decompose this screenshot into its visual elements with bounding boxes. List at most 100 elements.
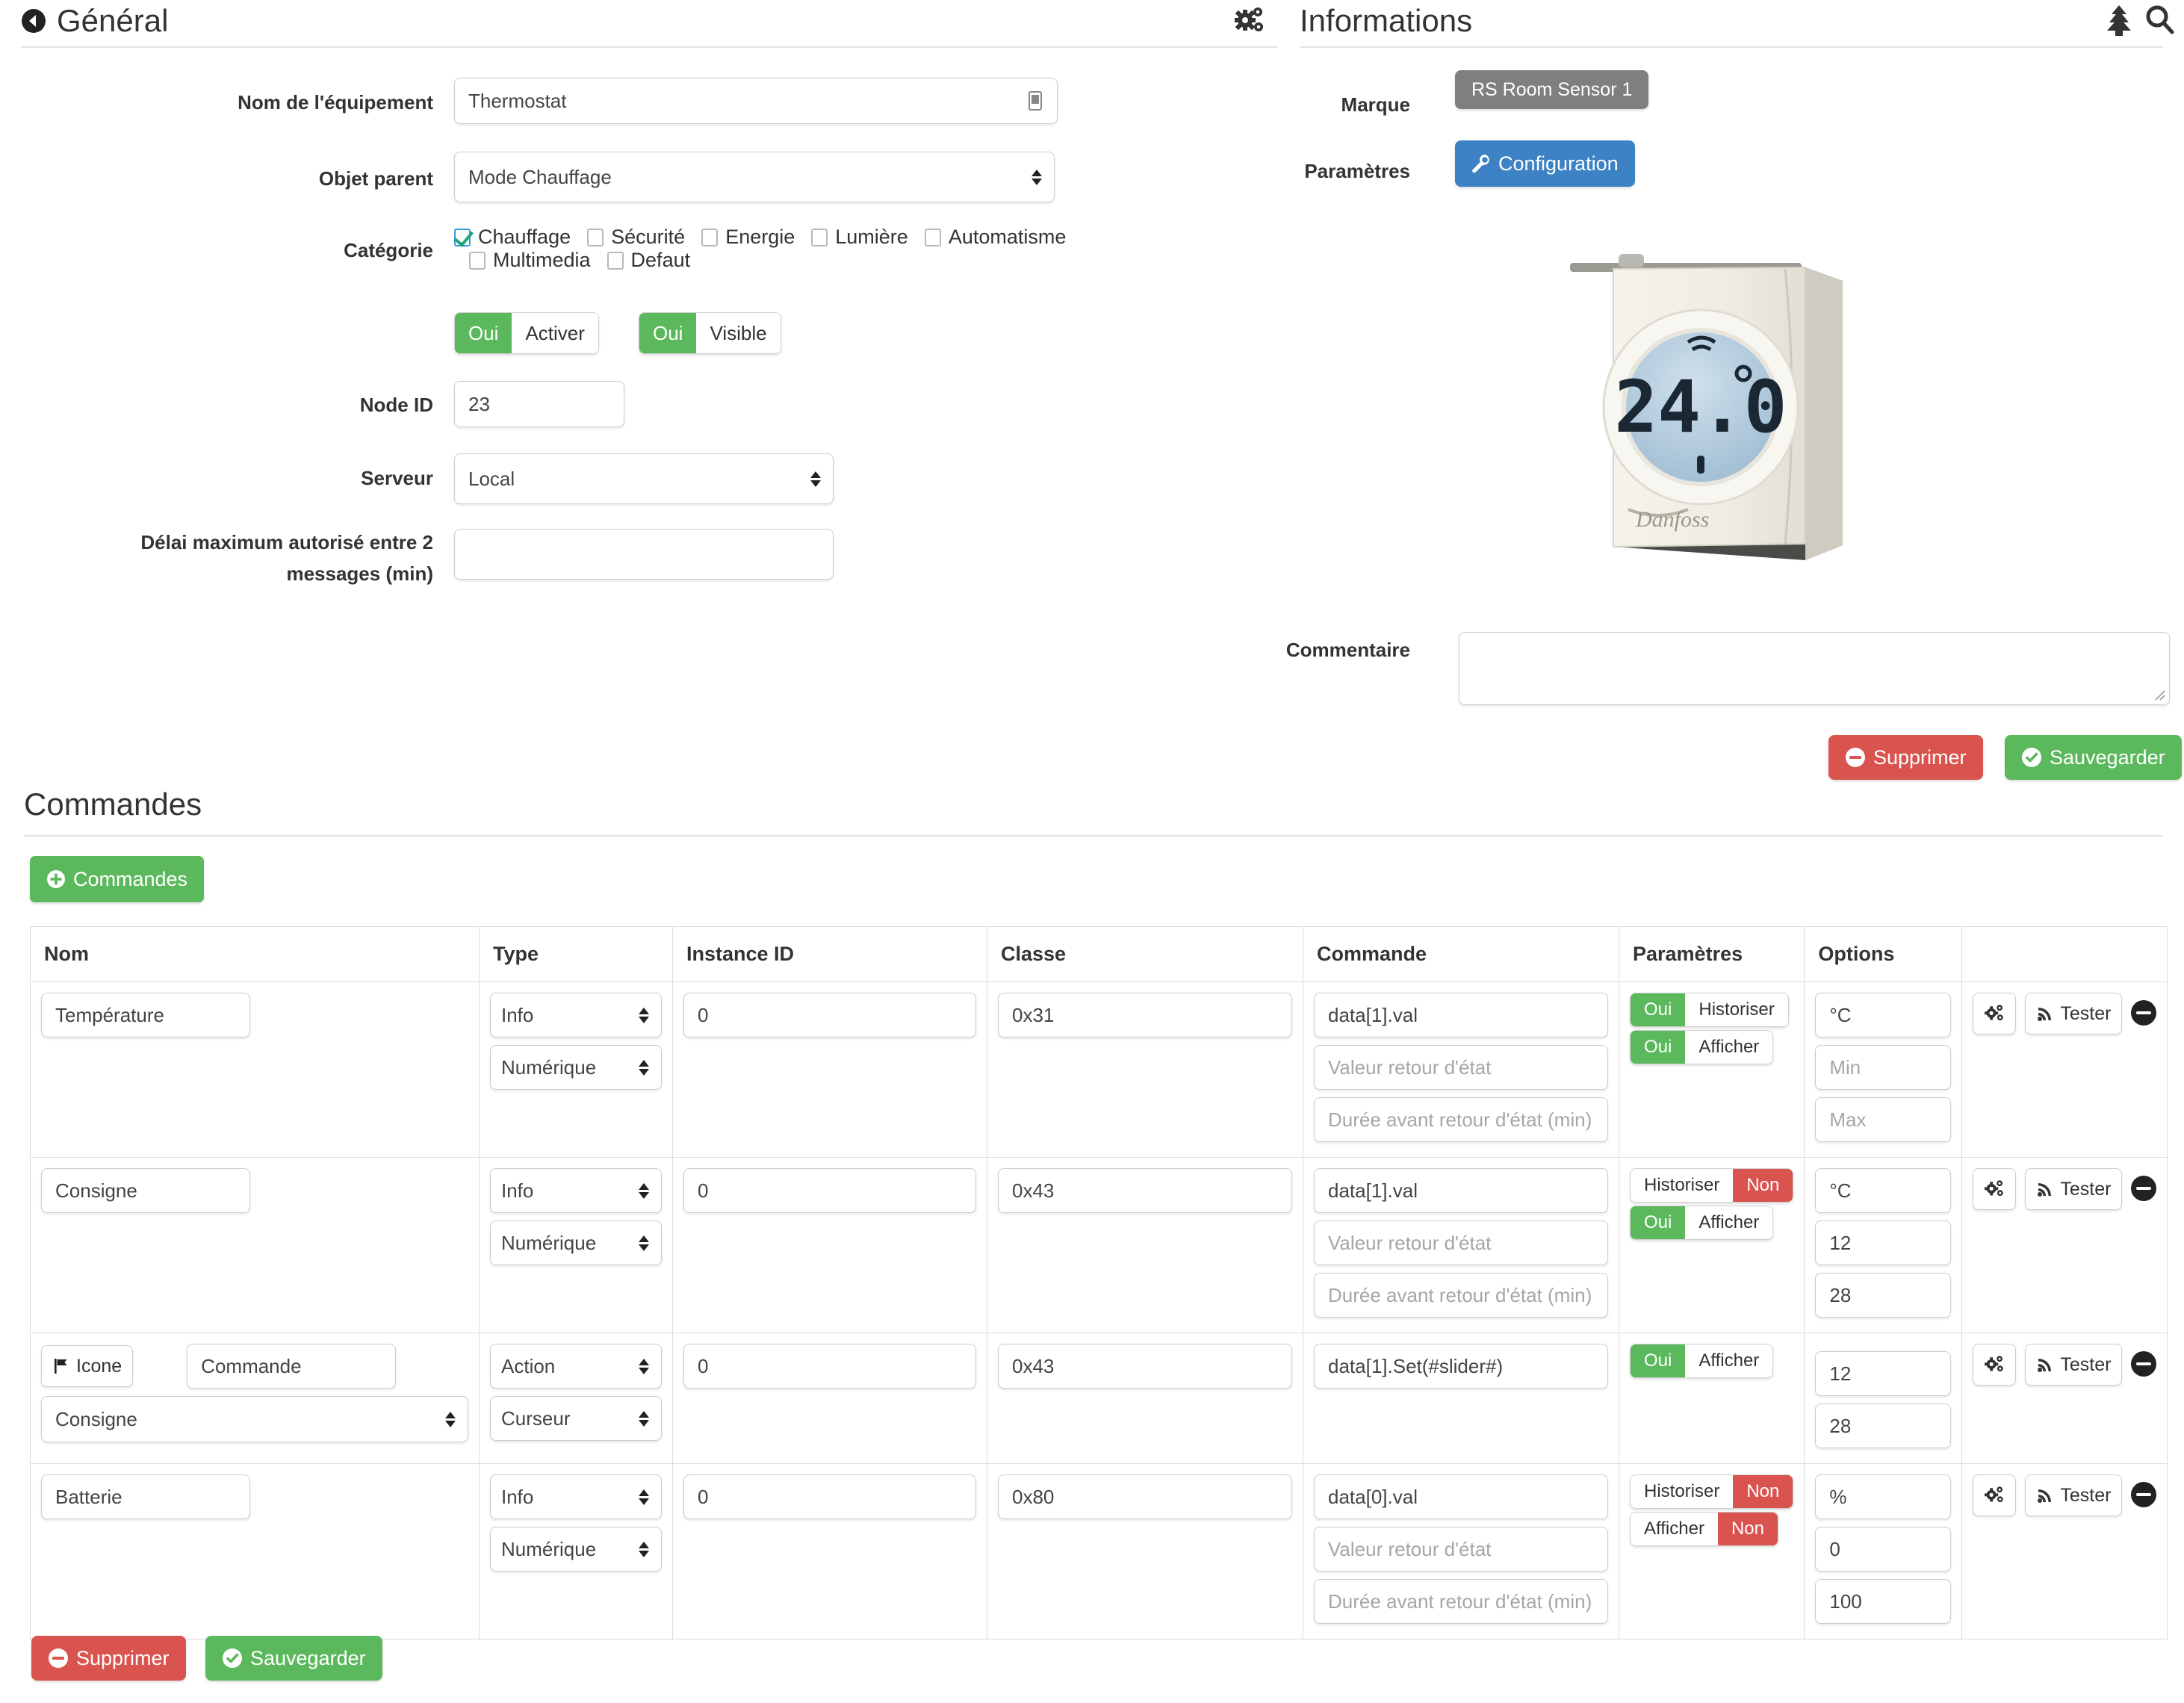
row-instance-input[interactable]: 0: [683, 1168, 976, 1213]
checkbox-icon[interactable]: [454, 228, 471, 246]
category-lumiere[interactable]: Lumière: [811, 226, 908, 249]
row-type-select[interactable]: Info: [490, 993, 662, 1037]
category-defaut[interactable]: Defaut: [607, 249, 690, 272]
save-button-top[interactable]: Sauvegarder: [2005, 735, 2182, 780]
server-select[interactable]: Local: [454, 453, 834, 504]
row-min-input[interactable]: Min: [1815, 1045, 1952, 1090]
row-max-input[interactable]: 100: [1815, 1579, 1952, 1624]
name-input[interactable]: Thermostat: [454, 78, 1058, 124]
row-commande-input[interactable]: data[0].val: [1314, 1474, 1608, 1519]
checkbox-icon[interactable]: [587, 228, 604, 246]
row-icone-button[interactable]: Icone: [41, 1345, 134, 1387]
row-config-button[interactable]: [1973, 1474, 2017, 1516]
row-subtype-select[interactable]: Numérique: [490, 1527, 662, 1572]
row-retour-valeur-input[interactable]: Valeur retour d'état: [1314, 1220, 1608, 1265]
row-min-input[interactable]: 0: [1815, 1527, 1952, 1572]
parent-select[interactable]: Mode Chauffage: [454, 152, 1055, 202]
delay-input[interactable]: [454, 529, 834, 580]
row-classe-input[interactable]: 0x31: [998, 993, 1292, 1037]
row-commande-input[interactable]: data[1].Set(#slider#): [1314, 1344, 1608, 1389]
row-classe-input[interactable]: 0x43: [998, 1344, 1292, 1389]
checkbox-icon[interactable]: [607, 251, 624, 270]
add-commande-button[interactable]: Commandes: [30, 856, 205, 902]
row-max-input[interactable]: 28: [1815, 1403, 1952, 1448]
row-instance-input[interactable]: 0: [683, 1344, 976, 1389]
mobile-icon[interactable]: [1027, 90, 1043, 111]
configuration-button[interactable]: Configuration: [1455, 140, 1635, 187]
checkbox-icon[interactable]: [701, 228, 719, 246]
row-name-input[interactable]: Température: [41, 993, 250, 1037]
search-icon[interactable]: [2145, 4, 2175, 36]
row-unit-input[interactable]: °C: [1815, 993, 1952, 1037]
row-subtype-select[interactable]: Curseur: [490, 1396, 662, 1441]
row-historiser-toggle[interactable]: Oui Historiser: [1630, 993, 1789, 1027]
row-config-button[interactable]: [1973, 1168, 2017, 1210]
delete-button-bottom[interactable]: Supprimer: [31, 1636, 186, 1681]
row-commande-input[interactable]: data[1].val: [1314, 993, 1608, 1037]
category-multimedia[interactable]: Multimedia: [469, 249, 591, 272]
row-max-input[interactable]: 28: [1815, 1273, 1952, 1318]
row-unit-input[interactable]: %: [1815, 1474, 1952, 1519]
toggle-activer-label[interactable]: Activer: [512, 313, 598, 353]
row-classe-input[interactable]: 0x80: [998, 1474, 1292, 1519]
row-subtype-select[interactable]: Numérique: [490, 1220, 662, 1265]
row-afficher-toggle[interactable]: Oui Afficher: [1630, 1206, 1774, 1240]
save-button-bottom[interactable]: Sauvegarder: [205, 1636, 382, 1681]
row-retour-valeur-input[interactable]: Valeur retour d'état: [1314, 1527, 1608, 1572]
row-config-button[interactable]: [1973, 993, 2017, 1034]
row-name-input[interactable]: Batterie: [41, 1474, 250, 1519]
row-name-select[interactable]: Consigne: [41, 1396, 468, 1442]
row-afficher-toggle[interactable]: Oui Afficher: [1630, 1344, 1774, 1378]
node-id-input[interactable]: 23: [454, 381, 624, 427]
row-classe-input[interactable]: 0x43: [998, 1168, 1292, 1213]
arrow-circle-left-icon[interactable]: [21, 8, 46, 34]
row-test-button[interactable]: Tester: [2025, 1168, 2123, 1210]
row-remove-button[interactable]: [2131, 1482, 2157, 1507]
toggle-visible-state[interactable]: Oui: [639, 313, 697, 353]
toggle-visible[interactable]: Oui Visible: [639, 312, 781, 354]
toggle-activer[interactable]: Oui Activer: [454, 312, 599, 354]
tree-icon[interactable]: [2106, 4, 2132, 36]
row-min-input[interactable]: 12: [1815, 1220, 1952, 1265]
delete-button-top[interactable]: Supprimer: [1828, 735, 1983, 780]
row-type-select[interactable]: Info: [490, 1474, 662, 1519]
row-test-button[interactable]: Tester: [2025, 1344, 2123, 1386]
cogs-icon[interactable]: [1234, 6, 1265, 36]
row-max-input[interactable]: Max: [1815, 1097, 1952, 1142]
row-instance-input[interactable]: 0: [683, 993, 976, 1037]
row-retour-valeur-input[interactable]: Valeur retour d'état: [1314, 1045, 1608, 1090]
row-historiser-toggle[interactable]: Historiser Non: [1630, 1168, 1794, 1203]
row-retour-duree-input[interactable]: Durée avant retour d'état (min): [1314, 1273, 1608, 1318]
row-min-input[interactable]: 12: [1815, 1351, 1952, 1396]
row-type-select[interactable]: Info: [490, 1168, 662, 1213]
row-type-select[interactable]: Action: [490, 1344, 662, 1389]
row-name-input[interactable]: Consigne: [41, 1168, 250, 1213]
checkbox-icon[interactable]: [469, 251, 485, 270]
row-config-button[interactable]: [1973, 1344, 2017, 1386]
row-retour-duree-input[interactable]: Durée avant retour d'état (min): [1314, 1579, 1608, 1624]
checkbox-icon[interactable]: [811, 228, 828, 246]
row-afficher-toggle[interactable]: Oui Afficher: [1630, 1030, 1774, 1064]
category-chauffage[interactable]: Chauffage: [454, 226, 571, 249]
row-remove-button[interactable]: [2131, 1000, 2157, 1026]
row-commande-name-input[interactable]: Commande: [187, 1344, 397, 1389]
toggle-visible-label[interactable]: Visible: [696, 313, 781, 353]
row-subtype-select[interactable]: Numérique: [490, 1045, 662, 1090]
resize-handle-icon[interactable]: [2153, 688, 2166, 701]
comment-textarea[interactable]: [1459, 632, 2170, 705]
row-test-button[interactable]: Tester: [2025, 993, 2123, 1034]
row-historiser-toggle[interactable]: Historiser Non: [1630, 1474, 1794, 1509]
category-automatisme[interactable]: Automatisme: [924, 226, 1066, 249]
category-securite[interactable]: Sécurité: [587, 226, 685, 249]
row-test-button[interactable]: Tester: [2025, 1474, 2123, 1516]
toggle-activer-state[interactable]: Oui: [455, 313, 512, 353]
row-commande-input[interactable]: data[1].val: [1314, 1168, 1608, 1213]
category-energie[interactable]: Energie: [701, 226, 795, 249]
row-retour-duree-input[interactable]: Durée avant retour d'état (min): [1314, 1097, 1608, 1142]
row-remove-button[interactable]: [2131, 1351, 2157, 1377]
checkbox-icon[interactable]: [924, 228, 941, 246]
row-unit-input[interactable]: °C: [1815, 1168, 1952, 1213]
row-instance-input[interactable]: 0: [683, 1474, 976, 1519]
row-remove-button[interactable]: [2131, 1176, 2157, 1201]
row-afficher-toggle[interactable]: Afficher Non: [1630, 1512, 1778, 1546]
